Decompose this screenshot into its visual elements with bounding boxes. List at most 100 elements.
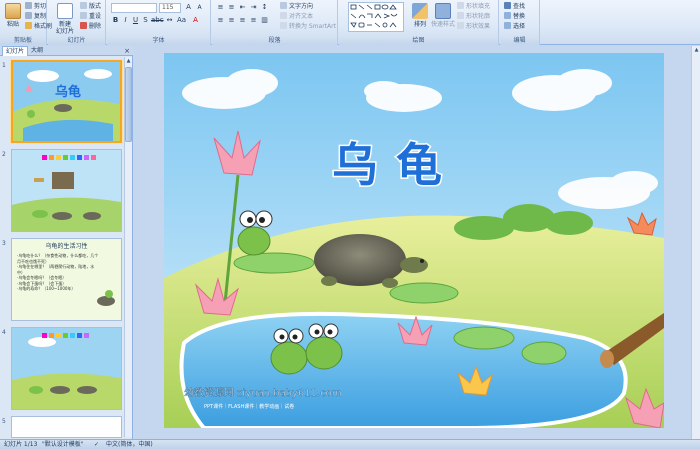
grow-font-icon[interactable]: A <box>184 3 193 12</box>
slide-number-2: 2 <box>2 151 6 158</box>
text-direction-button[interactable]: 文字方向 <box>280 2 313 11</box>
numbering-icon[interactable]: ≡ <box>227 3 236 12</box>
close-icon[interactable]: × <box>124 46 130 56</box>
decrease-indent-icon[interactable]: ⇤ <box>238 3 247 12</box>
shape-outline-button[interactable]: 形状轮廓 <box>457 12 490 21</box>
arrange-icon <box>412 3 428 19</box>
shapes-gallery-icons <box>350 4 398 28</box>
align-text-icon <box>280 12 287 19</box>
select-button[interactable]: 选择 <box>504 22 525 31</box>
canvas-scroll-up-icon[interactable]: ▲ <box>693 46 700 54</box>
italic-icon[interactable]: I <box>121 16 130 25</box>
slide-3-title: 乌龟的生活习性 <box>45 243 88 250</box>
slide-4-preview <box>12 328 121 409</box>
pane-scrollbar[interactable]: ▲ <box>124 57 132 437</box>
pane-scroll-thumb[interactable] <box>125 67 132 142</box>
layout-button[interactable]: 版式 <box>80 2 101 11</box>
bullets-icon[interactable]: ≡ <box>216 3 225 12</box>
slide-1-preview: 乌龟 <box>13 62 120 141</box>
paste-button[interactable]: 粘贴 <box>2 2 24 35</box>
shrink-font-icon[interactable]: A <box>195 3 204 12</box>
char-spacing-icon[interactable]: ↔ <box>165 16 174 25</box>
smartart-button[interactable]: 转换为 SmartArt <box>280 22 336 31</box>
slide-number-4: 4 <box>2 329 6 336</box>
slide-number-5: 5 <box>2 418 6 425</box>
slide-title[interactable]: 乌龟 <box>331 137 460 194</box>
shapes-gallery[interactable] <box>348 2 404 32</box>
outline-pen-icon <box>457 12 464 19</box>
slide-thumbnail-1[interactable]: 乌龟 <box>11 60 122 143</box>
align-right-icon[interactable]: ≡ <box>238 16 247 25</box>
brush-icon <box>25 22 32 29</box>
effects-icon <box>457 22 464 29</box>
layout-icon <box>80 2 87 9</box>
font-color-icon[interactable]: A <box>191 16 200 25</box>
text-direction-icon <box>280 2 287 9</box>
shape-fill-button[interactable]: 形状填充 <box>457 2 490 11</box>
shadow-icon[interactable]: S <box>141 16 150 25</box>
slide-1-main[interactable]: 乌龟 幼教资源网 ziyuan.baby611.com PPT课件｜FLASH课… <box>164 53 664 428</box>
slides-group: 新建 幻灯片 版式 重设 删除 幻灯片 <box>48 0 106 45</box>
ribbon: 粘贴 剪切 复制 格式刷 剪贴板 新建 幻灯片 版式 重设 删除 幻灯片 115… <box>0 0 700 45</box>
editing-group-label: 编辑 <box>500 36 539 45</box>
underline-icon[interactable]: U <box>131 16 140 25</box>
theme-name: "默认设计模板" <box>42 441 84 448</box>
slide-thumbnail-2[interactable] <box>11 149 122 232</box>
scroll-up-icon[interactable]: ▲ <box>125 57 132 65</box>
slides-group-label: 幻灯片 <box>48 36 105 45</box>
reset-button[interactable]: 重设 <box>80 12 101 21</box>
editing-group: 查找 替换 选择 编辑 <box>500 0 540 45</box>
slides-pane: 幻灯片 大纲 × 1 乌龟 2 3 乌龟的生活习性 ·乌龟吃什么？（杂食性动物，… <box>0 46 133 439</box>
quick-styles-button[interactable]: 快速样式 <box>431 2 455 35</box>
language-indicator: 中文(简体，中国) <box>106 441 153 448</box>
font-group-label: 字体 <box>107 36 210 45</box>
slide-number-3: 3 <box>2 240 6 247</box>
columns-icon[interactable]: ▥ <box>260 16 269 25</box>
spellcheck-icon[interactable]: ✓ <box>94 440 99 449</box>
align-center-icon[interactable]: ≡ <box>227 16 236 25</box>
watermark-text: 幼教资源网 ziyuan.baby611.com <box>184 386 341 399</box>
font-name-field[interactable] <box>111 3 157 13</box>
drawing-group-label: 绘图 <box>339 36 498 45</box>
drawing-group: 排列 快速样式 形状填充 形状轮廓 形状效果 绘图 <box>339 0 499 45</box>
new-slide-button[interactable]: 新建 幻灯片 <box>52 2 78 35</box>
clipboard-group: 粘贴 剪切 复制 格式刷 剪贴板 <box>0 0 52 45</box>
copy-button[interactable]: 复制 <box>25 12 46 21</box>
bold-icon[interactable]: B <box>111 16 120 25</box>
tab-slides[interactable]: 幻灯片 <box>2 46 29 56</box>
canvas-scrollbar[interactable]: ▲ <box>691 46 700 439</box>
font-group: 115 A A B I U S abc ↔ Aa A 字体 <box>107 0 211 45</box>
slide-thumbnail-4[interactable] <box>11 327 122 410</box>
scissors-icon <box>25 2 32 9</box>
find-button[interactable]: 查找 <box>504 2 525 11</box>
reset-icon <box>80 12 87 19</box>
shape-effects-button[interactable]: 形状效果 <box>457 22 490 31</box>
slide-2-preview <box>12 150 121 231</box>
slide-counter: 幻灯片 1/13 <box>4 441 38 448</box>
fill-bucket-icon <box>457 2 464 9</box>
change-case-icon[interactable]: Aa <box>177 16 186 25</box>
line-spacing-icon[interactable]: ↕ <box>260 3 269 12</box>
delete-slide-button[interactable]: 删除 <box>80 22 101 31</box>
frog-on-pad <box>237 210 273 256</box>
watermark-subtext: PPT课件｜FLASH课件｜教学动画｜试卷 <box>204 403 294 410</box>
strikethrough-icon[interactable]: abc <box>151 16 164 25</box>
tab-outline[interactable]: 大纲 <box>28 46 46 56</box>
smartart-icon <box>280 22 287 29</box>
justify-icon[interactable]: ≡ <box>249 16 258 25</box>
slide-3-line-2: ·乌龟住在哪里？（两栖爬行动物，陆地，水中） <box>17 264 95 275</box>
slide-thumbnail-3[interactable]: 乌龟的生活习性 ·乌龟吃什么？（杂食性动物，什么都吃，几个月不吃也饿不死） ·乌… <box>11 238 122 321</box>
cursor-icon <box>504 22 511 29</box>
copy-icon <box>25 12 32 19</box>
slide-thumbnail-5[interactable] <box>11 416 122 438</box>
cut-button[interactable]: 剪切 <box>25 2 46 11</box>
slide-3-line-1: ·乌龟吃什么？（杂食性动物，什么都吃，几个月不吃也饿不死） <box>17 253 99 264</box>
slide-canvas: 乌龟 幼教资源网 ziyuan.baby611.com PPT课件｜FLASH课… <box>134 46 700 439</box>
align-left-icon[interactable]: ≡ <box>216 16 225 25</box>
increase-indent-icon[interactable]: ⇥ <box>249 3 258 12</box>
pane-tabs: 幻灯片 大纲 × <box>0 46 133 56</box>
arrange-button[interactable]: 排列 <box>409 2 431 35</box>
replace-button[interactable]: 替换 <box>504 12 525 21</box>
font-size-field[interactable]: 115 <box>159 3 181 13</box>
align-text-button[interactable]: 对齐文本 <box>280 12 313 21</box>
